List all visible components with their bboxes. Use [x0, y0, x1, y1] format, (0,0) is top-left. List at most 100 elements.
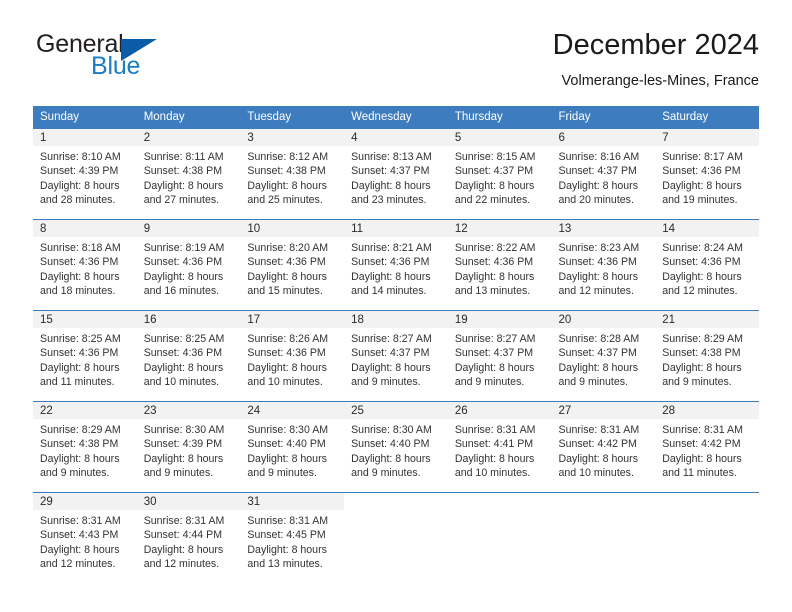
calendar-day-cell[interactable]: 23 Sunrise: 8:30 AM Sunset: 4:39 PM Dayligh… [136, 401, 241, 493]
day-details: Sunrise: 8:12 AM Sunset: 4:38 PM Daylight:… [240, 146, 344, 207]
daylight-text-line1: Daylight: 8 hours [454, 452, 535, 465]
daylight-text-line2: and 13 minutes. [247, 557, 323, 570]
calendar-day-cell[interactable]: 14 Sunrise: 8:24 AM Sunset: 4:36 PM Dayligh… [655, 219, 759, 311]
calendar-day-cell[interactable]: 24 Sunrise: 8:30 AM Sunset: 4:40 PM Dayligh… [240, 401, 345, 493]
day-details: Sunrise: 8:27 AM Sunset: 4:37 PM Daylight:… [448, 328, 552, 389]
calendar-day-cell[interactable]: 1 Sunrise: 8:10 AM Sunset: 4:39 PM Daylight… [33, 128, 137, 220]
calendar-day-cell[interactable]: 20 Sunrise: 8:28 AM Sunset: 4:37 PM Dayligh… [551, 310, 656, 402]
sunrise-text: Sunrise: 8:12 AM [247, 151, 329, 163]
daylight-text-line1: Daylight: 8 hours [247, 270, 327, 283]
sunrise-text: Sunrise: 8:28 AM [558, 333, 640, 345]
sunset-text: Sunset: 4:38 PM [247, 165, 326, 178]
day-number: 21 [655, 311, 759, 328]
calendar-week-row: 8 Sunrise: 8:18 AM Sunset: 4:36 PM Daylight… [33, 219, 759, 311]
day-details: Sunrise: 8:31 AM Sunset: 4:43 PM Daylight:… [33, 510, 137, 571]
daylight-text-line2: and 11 minutes. [40, 375, 115, 388]
day-number: 3 [240, 129, 345, 146]
daylight-text-line2: and 12 minutes. [662, 284, 738, 297]
day-number: 19 [447, 311, 552, 328]
sunset-text: Sunset: 4:39 PM [143, 438, 223, 451]
day-number: 28 [655, 402, 759, 419]
calendar-page: General Blue December 2024 Volmerange-le… [0, 0, 792, 612]
daylight-text-line1: Daylight: 8 hours [662, 361, 742, 374]
daylight-text-line2: and 25 minutes. [247, 193, 323, 206]
daylight-text-line2: and 10 minutes. [454, 466, 531, 479]
calendar-day-cell[interactable]: 22 Sunrise: 8:29 AM Sunset: 4:38 PM Dayligh… [33, 401, 137, 493]
calendar-day-cell[interactable]: 27 Sunrise: 8:31 AM Sunset: 4:42 PM Dayligh… [551, 401, 656, 493]
calendar-day-cell[interactable]: 9 Sunrise: 8:19 AM Sunset: 4:36 PM Daylight… [136, 219, 241, 311]
day-number: 23 [136, 402, 241, 419]
sunrise-text: Sunrise: 8:31 AM [558, 424, 640, 436]
calendar-day-cell[interactable]: 18 Sunrise: 8:27 AM Sunset: 4:37 PM Dayligh… [344, 310, 448, 402]
daylight-text-line2: and 10 minutes. [143, 375, 220, 388]
sunrise-text: Sunrise: 8:31 AM [454, 424, 536, 436]
calendar-day-cell[interactable]: 7 Sunrise: 8:17 AM Sunset: 4:36 PM Daylight… [655, 128, 759, 220]
sunset-text: Sunset: 4:36 PM [454, 256, 534, 269]
daylight-text-line2: and 15 minutes. [247, 284, 323, 297]
calendar-day-cell[interactable]: 12 Sunrise: 8:22 AM Sunset: 4:36 PM Dayligh… [447, 219, 552, 311]
day-number: 30 [136, 493, 241, 510]
sunrise-text: Sunrise: 8:31 AM [143, 515, 225, 527]
calendar-day-cell[interactable]: 8 Sunrise: 8:18 AM Sunset: 4:36 PM Daylight… [33, 219, 137, 311]
day-number: 17 [240, 311, 345, 328]
calendar-day-cell[interactable]: 5 Sunrise: 8:15 AM Sunset: 4:37 PM Daylight… [447, 128, 552, 220]
calendar-day-cell[interactable]: 30 Sunrise: 8:31 AM Sunset: 4:44 PM Dayligh… [136, 492, 241, 584]
calendar-day-cell[interactable]: 26 Sunrise: 8:31 AM Sunset: 4:41 PM Dayligh… [447, 401, 552, 493]
daylight-text-line1: Daylight: 8 hours [40, 543, 120, 556]
sunrise-text: Sunrise: 8:18 AM [40, 242, 121, 254]
sunset-text: Sunset: 4:36 PM [247, 256, 326, 269]
day-number: 13 [551, 220, 656, 237]
calendar-day-cell[interactable]: 19 Sunrise: 8:27 AM Sunset: 4:37 PM Dayligh… [447, 310, 552, 402]
sunrise-text: Sunrise: 8:26 AM [247, 333, 329, 345]
daylight-text-line2: and 20 minutes. [558, 193, 634, 206]
sunrise-text: Sunrise: 8:31 AM [40, 515, 121, 527]
sunrise-text: Sunrise: 8:31 AM [662, 424, 743, 436]
calendar-day-cell[interactable]: 25 Sunrise: 8:30 AM Sunset: 4:40 PM Dayligh… [344, 401, 448, 493]
calendar-day-cell[interactable]: 3 Sunrise: 8:12 AM Sunset: 4:38 PM Daylight… [240, 128, 345, 220]
sunset-text: Sunset: 4:36 PM [662, 256, 741, 269]
sunset-text: Sunset: 4:36 PM [247, 347, 326, 360]
location-subtitle: Volmerange-les-Mines, France [561, 73, 759, 89]
sunset-text: Sunset: 4:36 PM [143, 347, 223, 360]
calendar-day-cell[interactable]: 29 Sunrise: 8:31 AM Sunset: 4:43 PM Dayligh… [33, 492, 137, 584]
weekday-header-monday: Monday [136, 106, 241, 129]
daylight-text-line1: Daylight: 8 hours [662, 179, 742, 192]
day-details: Sunrise: 8:25 AM Sunset: 4:36 PM Daylight:… [137, 328, 241, 389]
day-details: Sunrise: 8:27 AM Sunset: 4:37 PM Daylight:… [344, 328, 448, 389]
brand-logo[interactable]: General Blue [33, 28, 293, 88]
calendar-day-cell[interactable]: 15 Sunrise: 8:25 AM Sunset: 4:36 PM Dayligh… [33, 310, 137, 402]
day-details: Sunrise: 8:31 AM Sunset: 4:41 PM Daylight:… [448, 419, 552, 480]
daylight-text-line2: and 13 minutes. [454, 284, 531, 297]
day-number: 5 [447, 129, 552, 146]
sunrise-text: Sunrise: 8:29 AM [662, 333, 743, 345]
calendar-day-cell[interactable]: 21 Sunrise: 8:29 AM Sunset: 4:38 PM Dayligh… [655, 310, 759, 402]
day-number [655, 493, 759, 510]
daylight-text-line2: and 9 minutes. [143, 466, 214, 479]
calendar-day-cell[interactable]: 4 Sunrise: 8:13 AM Sunset: 4:37 PM Daylight… [344, 128, 448, 220]
daylight-text-line2: and 9 minutes. [351, 375, 421, 388]
calendar-day-cell[interactable]: 17 Sunrise: 8:26 AM Sunset: 4:36 PM Dayligh… [240, 310, 345, 402]
sunrise-text: Sunrise: 8:17 AM [662, 151, 743, 163]
day-details: Sunrise: 8:30 AM Sunset: 4:40 PM Daylight:… [344, 419, 448, 480]
calendar-table: Sunday Monday Tuesday Wednesday Thursday… [33, 106, 759, 584]
sunrise-text: Sunrise: 8:27 AM [454, 333, 536, 345]
daylight-text-line2: and 10 minutes. [558, 466, 634, 479]
calendar-day-cell[interactable]: 31 Sunrise: 8:31 AM Sunset: 4:45 PM Dayligh… [240, 492, 345, 584]
daylight-text-line2: and 19 minutes. [662, 193, 738, 206]
calendar-day-cell[interactable]: 10 Sunrise: 8:20 AM Sunset: 4:36 PM Dayligh… [240, 219, 345, 311]
calendar-day-cell[interactable]: 28 Sunrise: 8:31 AM Sunset: 4:42 PM Dayligh… [655, 401, 759, 493]
calendar-day-cell[interactable]: 13 Sunrise: 8:23 AM Sunset: 4:36 PM Dayligh… [551, 219, 656, 311]
calendar-week-row: 15 Sunrise: 8:25 AM Sunset: 4:36 PM Dayligh… [33, 310, 759, 402]
day-number: 4 [344, 129, 448, 146]
daylight-text-line1: Daylight: 8 hours [143, 179, 224, 192]
calendar-day-cell[interactable]: 2 Sunrise: 8:11 AM Sunset: 4:38 PM Daylight… [136, 128, 241, 220]
day-details: Sunrise: 8:31 AM Sunset: 4:42 PM Daylight:… [552, 419, 656, 480]
calendar-day-cell[interactable]: 6 Sunrise: 8:16 AM Sunset: 4:37 PM Daylight… [551, 128, 656, 220]
sunset-text: Sunset: 4:36 PM [351, 256, 430, 269]
daylight-text-line2: and 27 minutes. [143, 193, 220, 206]
sunrise-text: Sunrise: 8:24 AM [662, 242, 743, 254]
day-details: Sunrise: 8:29 AM Sunset: 4:38 PM Daylight:… [655, 328, 759, 389]
calendar-day-cell[interactable]: 11 Sunrise: 8:21 AM Sunset: 4:36 PM Dayligh… [344, 219, 448, 311]
sunset-text: Sunset: 4:37 PM [558, 347, 637, 360]
calendar-day-cell[interactable]: 16 Sunrise: 8:25 AM Sunset: 4:36 PM Dayligh… [136, 310, 241, 402]
